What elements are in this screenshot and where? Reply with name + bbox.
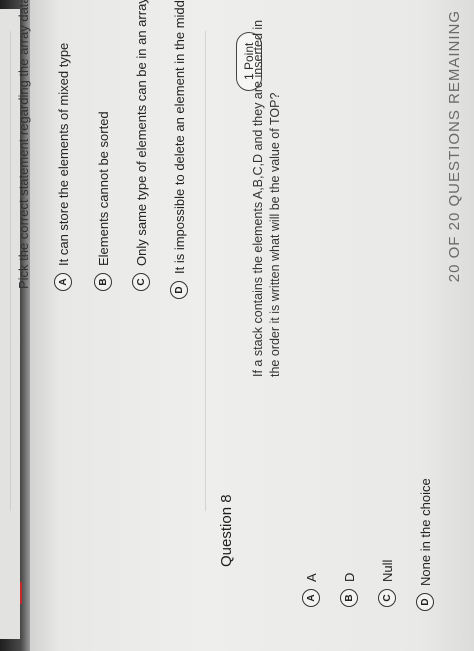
q7-option-d[interactable]: D It is impossible to delete an element … [168, 0, 190, 299]
option-letter-badge: D [416, 593, 434, 611]
option-letter-badge: A [54, 273, 72, 291]
option-letter-badge: B [94, 273, 112, 291]
option-letter-badge: B [340, 589, 358, 607]
option-label: It can store the elements of mixed type [55, 42, 71, 266]
option-label: Null [379, 559, 395, 582]
q8-option-d[interactable]: D None in the choice [414, 478, 436, 611]
option-letter-badge: C [378, 589, 396, 607]
option-label: None in the choice [417, 478, 433, 586]
q8-option-c[interactable]: C Null [376, 560, 398, 607]
option-label: Only same type of elements can be in an … [133, 0, 149, 266]
question-8-text: If a stack contains the elements A,B,C,D… [251, 19, 282, 377]
option-label: Elements cannot be sorted [95, 111, 111, 266]
q8-option-a[interactable]: A A [300, 573, 322, 607]
option-label: A [303, 573, 319, 582]
q8-option-b[interactable]: B D [338, 573, 360, 607]
q7-option-c[interactable]: C Only same type of elements can be in a… [130, 0, 152, 291]
section-divider [205, 31, 206, 511]
option-label: D [341, 572, 357, 582]
question-7-prompt: Pick the correct statement regarding the… [16, 0, 31, 289]
questions-remaining-label: 20 of 20 questions remaining [446, 10, 463, 283]
option-letter-badge: C [132, 273, 150, 291]
q7-option-a[interactable]: A It can store the elements of mixed typ… [52, 43, 74, 291]
question-8-title: Question 8 [218, 494, 235, 567]
question-card-border [10, 31, 441, 511]
quiz-content: 20 of 20 questions remaining Pick the co… [0, 0, 474, 651]
option-letter-badge: D [170, 281, 188, 299]
option-label: It is impossible to delete an element in… [171, 0, 187, 274]
option-letter-badge: A [302, 589, 320, 607]
q7-option-b[interactable]: B Elements cannot be sorted [92, 111, 114, 291]
photo-frame: C D ↩ ✕ 20 of 20 questions remaining Pic… [0, 0, 474, 651]
